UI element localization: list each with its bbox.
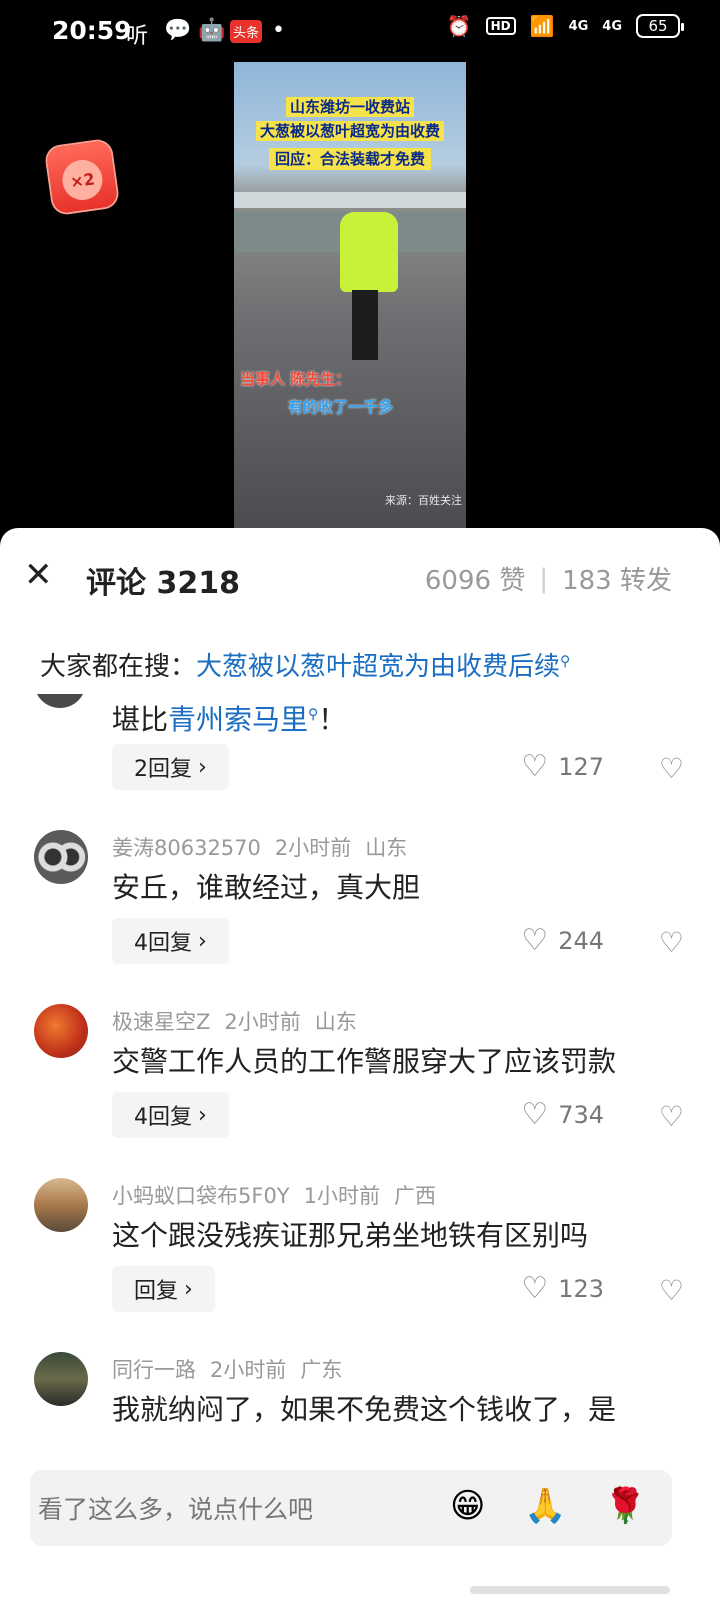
like-button[interactable]: ♡ 244	[521, 926, 604, 956]
pray-emoji-icon[interactable]: 🙏	[524, 1486, 566, 1526]
battery-icon: 65	[636, 14, 684, 38]
signal-icon-1: 4G	[568, 18, 589, 34]
heart-icon: ♡	[521, 923, 549, 958]
hot-search-link[interactable]: 大葱被以葱叶超宽为由收费后续	[196, 652, 560, 682]
red-packet-label: ×2	[59, 157, 106, 203]
dislike-icon[interactable]: ♡	[659, 926, 684, 959]
location: 山东	[365, 836, 408, 860]
chevron-right-icon: ›	[198, 928, 207, 954]
reply-button[interactable]: 2回复 ›	[112, 744, 229, 790]
comment-text: 我就纳闷了，如果不免费这个钱收了，是	[112, 1393, 617, 1426]
avatar[interactable]	[34, 1178, 88, 1232]
timestamp: 2小时前	[224, 1010, 301, 1034]
likes-count[interactable]: 6096 赞	[425, 560, 525, 597]
comment-meta: 同行一路 2小时前 广东	[112, 1354, 356, 1384]
status-bar: 20:59 听 💬 🤖 头条 • ⏰ HD 📶 4G 4G 65	[0, 0, 720, 64]
hot-search-prefix: 大家都在搜：	[40, 652, 197, 682]
hd-icon: HD	[485, 17, 516, 35]
avatar[interactable]	[34, 1004, 88, 1058]
username[interactable]: 同行一路	[112, 1358, 196, 1382]
comment-input-bar[interactable]: 看了这么多，说点什么吧 😁 🙏 🌹	[30, 1470, 672, 1546]
avatar[interactable]	[34, 1352, 88, 1406]
heart-icon: ♡	[521, 1097, 549, 1132]
comment-input[interactable]: 看了这么多，说点什么吧	[38, 1490, 313, 1526]
video-source: 来源：百姓关注	[385, 494, 462, 507]
listen-icon: 听	[126, 24, 149, 49]
video-title-line2: 大葱被以葱叶超宽为由收费	[234, 120, 466, 141]
search-icon: ⚲	[560, 653, 571, 670]
heart-icon: ♡	[521, 749, 549, 784]
forwards-count[interactable]: 183 转发	[562, 560, 672, 597]
comment-header: ✕ 评论 3218 6096 赞 | 183 转发	[0, 528, 720, 626]
reply-button[interactable]: 4回复 ›	[112, 1092, 229, 1138]
video-reply-caption: 回应：合法装载才免费	[234, 148, 466, 170]
username[interactable]: 极速星空Z	[112, 1010, 210, 1034]
comment-count-title: 评论 3218	[86, 566, 240, 601]
location: 广西	[394, 1184, 437, 1208]
hot-search-row: 大家都在搜：大葱被以葱叶超宽为由收费后续⚲	[40, 646, 570, 683]
search-icon: ⚲	[308, 706, 319, 723]
video-person-caption: 当事人 陈先生：	[240, 370, 351, 388]
avatar[interactable]	[34, 694, 86, 708]
wifi-icon: 📶	[529, 14, 555, 38]
comment-text: 这个跟没残疾证那兄弟坐地铁有区别吗	[112, 1219, 589, 1252]
comment-search-link[interactable]: 青州索马里	[168, 703, 308, 736]
chevron-right-icon: ›	[184, 1276, 193, 1302]
alarm-icon: ⏰	[446, 14, 472, 38]
like-button[interactable]: ♡ 127	[521, 752, 604, 782]
username[interactable]: 小蚂蚁口袋布5F0Y	[112, 1184, 290, 1208]
dislike-icon[interactable]: ♡	[659, 752, 684, 785]
android-icon: 🤖	[198, 18, 226, 43]
red-packet-icon[interactable]: ×2	[45, 139, 119, 215]
heart-icon: ♡	[521, 1271, 549, 1306]
like-button[interactable]: ♡ 123	[521, 1274, 604, 1304]
video-quote-caption: 有的收了一千多	[288, 398, 394, 416]
rose-emoji-icon[interactable]: 🌹	[604, 1486, 646, 1526]
clock: 20:59	[52, 16, 132, 45]
timestamp: 1小时前	[303, 1184, 381, 1208]
comment-meta: 姜涛80632570 2小时前 山东	[112, 832, 421, 862]
comment-text: 安丘，谁敢经过，真大胆	[112, 871, 421, 904]
username[interactable]: 姜涛80632570	[112, 836, 261, 860]
like-button[interactable]: ♡ 734	[521, 1100, 604, 1130]
comment-list[interactable]: 堪比青州索马里⚲！ 2回复 › ♡ 127 ♡ 姜涛80632570 2小时前 山东 安…	[0, 694, 720, 1444]
dislike-icon[interactable]: ♡	[659, 1274, 684, 1307]
close-icon[interactable]: ✕	[24, 558, 53, 592]
avatar[interactable]	[34, 830, 88, 884]
location: 山东	[314, 1010, 357, 1034]
wechat-icon: 💬	[164, 18, 192, 43]
timestamp: 2小时前	[274, 836, 352, 860]
reply-button[interactable]: 4回复 ›	[112, 918, 229, 964]
grin-emoji-icon[interactable]: 😁	[450, 1486, 485, 1526]
video-title-line1: 山东潍坊一收费站	[234, 96, 466, 117]
comment-text: 堪比青州索马里⚲！	[112, 703, 347, 736]
comment-sheet: ✕ 评论 3218 6096 赞 | 183 转发 大家都在搜：大葱被以葱叶超宽…	[0, 528, 720, 1612]
officer-graphic	[336, 212, 398, 362]
reply-button[interactable]: 回复 ›	[112, 1266, 215, 1312]
toutiao-icon: 头条	[230, 20, 263, 43]
dot-icon: •	[272, 18, 285, 43]
location: 广东	[300, 1358, 343, 1382]
comment-text: 交警工作人员的工作警服穿大了应该罚款	[112, 1045, 617, 1078]
timestamp: 2小时前	[210, 1358, 287, 1382]
chevron-right-icon: ›	[198, 754, 207, 780]
video-player[interactable]: 山东潍坊一收费站 大葱被以葱叶超宽为由收费 回应：合法装载才免费 当事人 陈先生…	[234, 62, 466, 528]
signal-icon-2: 4G	[602, 18, 622, 34]
comment-meta: 小蚂蚁口袋布5F0Y 1小时前 广西	[112, 1180, 450, 1210]
dislike-icon[interactable]: ♡	[659, 1100, 684, 1133]
chevron-right-icon: ›	[198, 1102, 207, 1128]
home-indicator	[470, 1586, 670, 1594]
divider: |	[539, 563, 549, 594]
comment-meta: 极速星空Z 2小时前 山东	[112, 1006, 371, 1036]
